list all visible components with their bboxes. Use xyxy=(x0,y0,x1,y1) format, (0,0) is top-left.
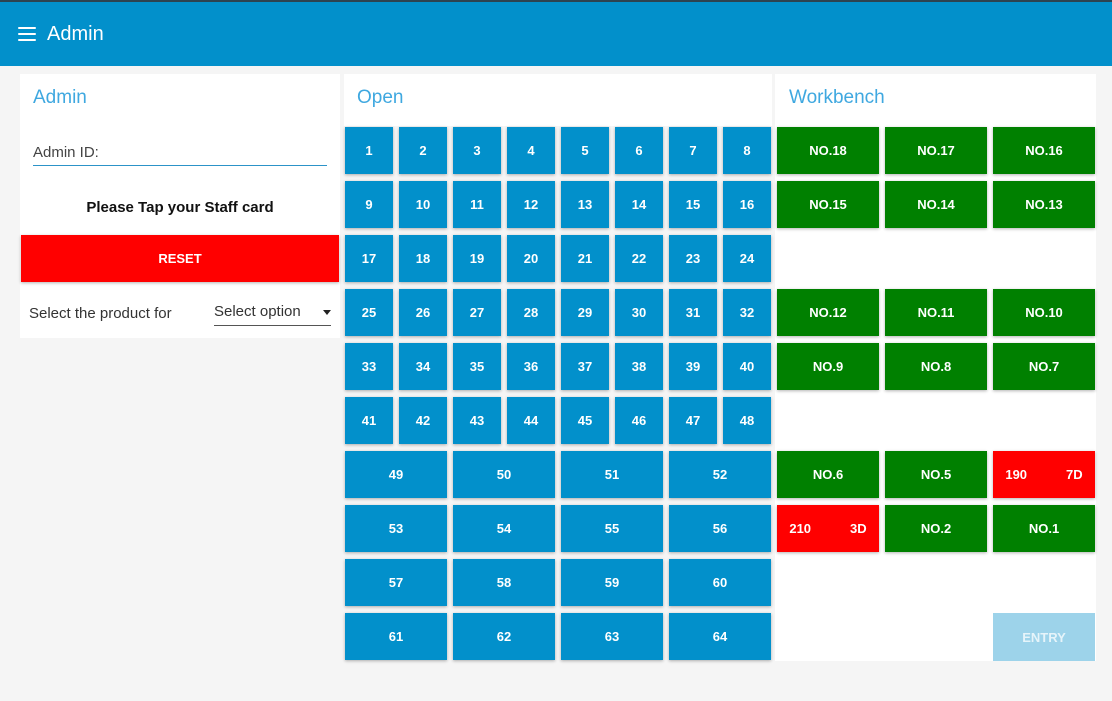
open-slot-15[interactable]: 15 xyxy=(669,181,717,228)
open-slot-46[interactable]: 46 xyxy=(615,397,663,444)
open-slot-56[interactable]: 56 xyxy=(669,505,771,552)
top-app-bar: Admin xyxy=(0,0,1112,66)
workbench-slot[interactable]: NO.16 xyxy=(993,127,1095,174)
open-slot-9[interactable]: 9 xyxy=(345,181,393,228)
open-slot-24[interactable]: 24 xyxy=(723,235,771,282)
open-slot-54[interactable]: 54 xyxy=(453,505,555,552)
open-slot-45[interactable]: 45 xyxy=(561,397,609,444)
open-slot-31[interactable]: 31 xyxy=(669,289,717,336)
open-slot-26[interactable]: 26 xyxy=(399,289,447,336)
open-slot-40[interactable]: 40 xyxy=(723,343,771,390)
open-slot-48[interactable]: 48 xyxy=(723,397,771,444)
open-slot-49[interactable]: 49 xyxy=(345,451,447,498)
open-slot-59[interactable]: 59 xyxy=(561,559,663,606)
open-slot-6[interactable]: 6 xyxy=(615,127,663,174)
workbench-slot[interactable]: NO.1 xyxy=(993,505,1095,552)
open-slot-2[interactable]: 2 xyxy=(399,127,447,174)
open-slot-11[interactable]: 11 xyxy=(453,181,501,228)
open-slot-25[interactable]: 25 xyxy=(345,289,393,336)
open-slot-52[interactable]: 52 xyxy=(669,451,771,498)
workbench-slot[interactable]: 210 3D xyxy=(777,505,879,552)
admin-id-field[interactable]: Admin ID: xyxy=(33,144,327,166)
open-slot-63[interactable]: 63 xyxy=(561,613,663,660)
workbench-slot[interactable]: NO.5 xyxy=(885,451,987,498)
open-panel-header: Open xyxy=(344,74,772,126)
open-slot-4[interactable]: 4 xyxy=(507,127,555,174)
dropdown-caret-icon xyxy=(323,310,331,315)
open-slot-29[interactable]: 29 xyxy=(561,289,609,336)
open-slot-27[interactable]: 27 xyxy=(453,289,501,336)
workbench-slot[interactable]: NO.13 xyxy=(993,181,1095,228)
workbench-slot[interactable]: NO.2 xyxy=(885,505,987,552)
workbench-slot[interactable]: NO.17 xyxy=(885,127,987,174)
entry-button[interactable]: ENTRY xyxy=(993,613,1095,661)
tap-staff-card-message: Please Tap your Staff card xyxy=(86,199,274,216)
workbench-slot[interactable]: NO.6 xyxy=(777,451,879,498)
workbench-slot[interactable]: NO.8 xyxy=(885,343,987,390)
open-slot-8[interactable]: 8 xyxy=(723,127,771,174)
reset-button[interactable]: RESET xyxy=(21,235,339,282)
open-slot-21[interactable]: 21 xyxy=(561,235,609,282)
workbench-slot[interactable]: NO.11 xyxy=(885,289,987,336)
open-slot-5[interactable]: 5 xyxy=(561,127,609,174)
admin-panel-title: Admin xyxy=(33,87,87,108)
workbench-slot[interactable]: NO.9 xyxy=(777,343,879,390)
open-slot-13[interactable]: 13 xyxy=(561,181,609,228)
workbench-slot[interactable]: NO.14 xyxy=(885,181,987,228)
open-slot-37[interactable]: 37 xyxy=(561,343,609,390)
open-slot-28[interactable]: 28 xyxy=(507,289,555,336)
open-slot-16[interactable]: 16 xyxy=(723,181,771,228)
open-slot-30[interactable]: 30 xyxy=(615,289,663,336)
open-slot-39[interactable]: 39 xyxy=(669,343,717,390)
workbench-slot[interactable]: NO.10 xyxy=(993,289,1095,336)
product-select-dropdown[interactable]: Select option xyxy=(214,303,331,326)
open-slot-3[interactable]: 3 xyxy=(453,127,501,174)
open-slot-32[interactable]: 32 xyxy=(723,289,771,336)
workbench-slot[interactable]: NO.7 xyxy=(993,343,1095,390)
open-slot-36[interactable]: 36 xyxy=(507,343,555,390)
open-slot-41[interactable]: 41 xyxy=(345,397,393,444)
workbench-slot[interactable]: NO.18 xyxy=(777,127,879,174)
open-slot-14[interactable]: 14 xyxy=(615,181,663,228)
select-product-label: Select the product for xyxy=(29,305,172,322)
open-slot-44[interactable]: 44 xyxy=(507,397,555,444)
open-slot-33[interactable]: 33 xyxy=(345,343,393,390)
admin-panel: Admin Admin ID: Please Tap your Staff ca… xyxy=(20,74,340,338)
open-slot-20[interactable]: 20 xyxy=(507,235,555,282)
open-slot-34[interactable]: 34 xyxy=(399,343,447,390)
open-slot-64[interactable]: 64 xyxy=(669,613,771,660)
open-slot-61[interactable]: 61 xyxy=(345,613,447,660)
product-select-value: Select option xyxy=(214,303,301,320)
open-slot-57[interactable]: 57 xyxy=(345,559,447,606)
open-slot-60[interactable]: 60 xyxy=(669,559,771,606)
open-slot-23[interactable]: 23 xyxy=(669,235,717,282)
open-slot-7[interactable]: 7 xyxy=(669,127,717,174)
workbench-panel-title: Workbench xyxy=(789,87,885,108)
workbench-slot[interactable]: NO.12 xyxy=(777,289,879,336)
app-title: Admin xyxy=(47,22,104,45)
open-slot-58[interactable]: 58 xyxy=(453,559,555,606)
open-slot-47[interactable]: 47 xyxy=(669,397,717,444)
open-slot-42[interactable]: 42 xyxy=(399,397,447,444)
open-slot-35[interactable]: 35 xyxy=(453,343,501,390)
workbench-slot[interactable]: 190 7D xyxy=(993,451,1095,498)
open-slot-62[interactable]: 62 xyxy=(453,613,555,660)
open-slot-22[interactable]: 22 xyxy=(615,235,663,282)
open-slot-38[interactable]: 38 xyxy=(615,343,663,390)
workbench-slot[interactable]: NO.15 xyxy=(777,181,879,228)
open-slot-50[interactable]: 50 xyxy=(453,451,555,498)
open-slot-51[interactable]: 51 xyxy=(561,451,663,498)
open-slot-53[interactable]: 53 xyxy=(345,505,447,552)
open-slot-19[interactable]: 19 xyxy=(453,235,501,282)
open-slot-55[interactable]: 55 xyxy=(561,505,663,552)
open-slot-18[interactable]: 18 xyxy=(399,235,447,282)
open-slot-12[interactable]: 12 xyxy=(507,181,555,228)
open-slot-17[interactable]: 17 xyxy=(345,235,393,282)
open-slot-43[interactable]: 43 xyxy=(453,397,501,444)
open-panel-title: Open xyxy=(357,87,404,108)
hamburger-menu-icon[interactable] xyxy=(18,27,36,41)
open-slot-1[interactable]: 1 xyxy=(345,127,393,174)
open-slot-10[interactable]: 10 xyxy=(399,181,447,228)
